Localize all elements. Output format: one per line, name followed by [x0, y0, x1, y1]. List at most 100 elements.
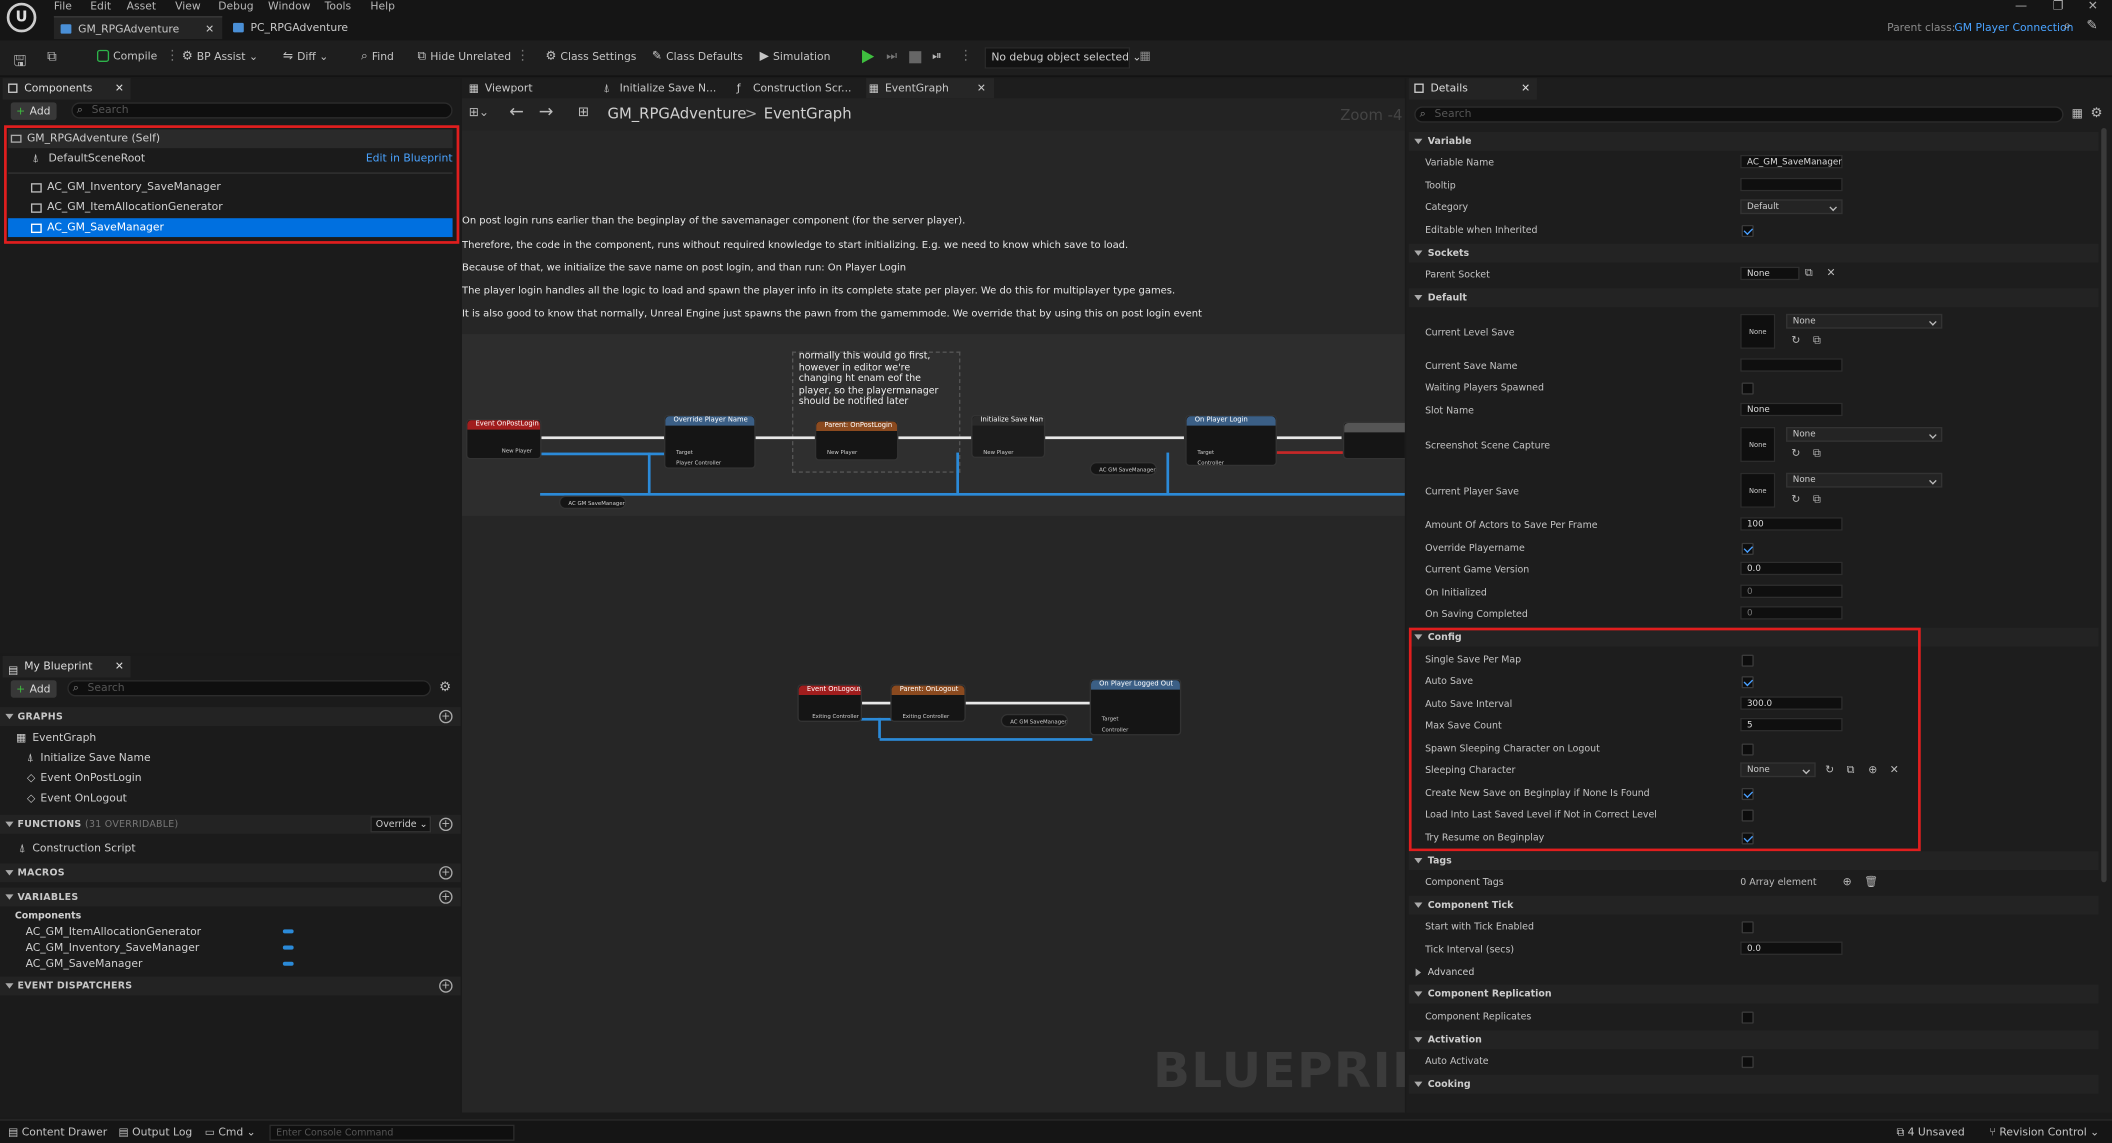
- current-player-save-dropdown[interactable]: None: [1786, 472, 1943, 488]
- browse-icon[interactable]: ⧉: [1813, 335, 1824, 346]
- advance-frame-icon[interactable]: ⏯: [932, 50, 942, 63]
- category-replication[interactable]: Component Replication: [1408, 984, 2099, 1004]
- cmd-dropdown[interactable]: ▭ Cmd ⌄: [205, 1126, 256, 1138]
- revision-control-button[interactable]: ⑂ Revision Control ⌄: [1989, 1126, 2099, 1138]
- initialize-save-name-node[interactable]: Initialize Save Name New Player: [971, 414, 1046, 458]
- add-dispatcher-icon[interactable]: +: [439, 979, 453, 993]
- minimize-icon[interactable]: —: [2015, 0, 2027, 13]
- next-node[interactable]: [1342, 421, 1405, 460]
- unsaved-indicator[interactable]: ⧉ 4 Unsaved: [1896, 1126, 1964, 1139]
- trash-icon[interactable]: 🗑: [1864, 876, 1878, 888]
- menu-edit[interactable]: Edit: [90, 0, 111, 12]
- tab-viewport[interactable]: ▦ Viewport: [466, 78, 533, 98]
- close-icon[interactable]: ✕: [977, 78, 986, 98]
- menu-file[interactable]: File: [54, 0, 72, 12]
- override-playername-checkbox[interactable]: [1741, 542, 1754, 555]
- content-drawer-button[interactable]: ▤ Content Drawer: [8, 1126, 107, 1138]
- hide-unrelated-button[interactable]: ⧉ Hide Unrelated: [418, 50, 512, 63]
- parent-class-link[interactable]: GM Player Connection: [1954, 22, 2073, 34]
- category-component-tick[interactable]: Component Tick: [1408, 895, 2099, 915]
- bookmark-icon[interactable]: ⊞⌄: [469, 106, 489, 119]
- menu-asset[interactable]: Asset: [127, 0, 156, 12]
- options-icon[interactable]: ⋮: [959, 48, 972, 63]
- play-icon[interactable]: [862, 49, 875, 64]
- menu-help[interactable]: Help: [370, 0, 395, 12]
- add-component-button[interactable]: + Add: [10, 102, 56, 120]
- tick-interval-field[interactable]: 0.0: [1740, 941, 1843, 955]
- diff-button[interactable]: ⇋ Diff ⌄: [283, 50, 328, 63]
- graph-item[interactable]: ⍋ Initialize Save Name: [24, 749, 151, 768]
- search-icon[interactable]: ⌕: [2064, 19, 2072, 34]
- category-cooking[interactable]: Cooking: [1408, 1074, 2099, 1094]
- class-settings-button[interactable]: ⚙ Class Settings: [546, 50, 637, 63]
- category-sockets[interactable]: Sockets: [1408, 243, 2099, 263]
- use-selected-icon[interactable]: ↻: [1791, 335, 1802, 346]
- graph-item[interactable]: ◇ Event OnLogout: [24, 789, 127, 808]
- menu-tools[interactable]: Tools: [325, 0, 352, 12]
- use-selected-icon[interactable]: ↻: [1791, 494, 1802, 505]
- my-blueprint-tab[interactable]: ▤ My Blueprint ✕: [2, 655, 131, 678]
- use-selected-icon[interactable]: ↻: [1791, 448, 1802, 460]
- class-defaults-button[interactable]: ✎ Class Defaults: [652, 50, 743, 63]
- add-variable-icon[interactable]: +: [439, 890, 453, 904]
- browse-icon[interactable]: ⧉: [1813, 448, 1824, 460]
- category-tags[interactable]: Tags: [1408, 851, 2099, 871]
- close-icon[interactable]: ✕: [205, 18, 214, 41]
- category-variable[interactable]: Variable: [1408, 132, 2099, 151]
- parent-on-post-login-node[interactable]: Parent: OnPostLogin New Player: [814, 420, 899, 461]
- details-tab[interactable]: Details ✕: [1408, 78, 1537, 100]
- output-log-button[interactable]: ▤ Output Log: [119, 1126, 193, 1138]
- menu-debug[interactable]: Debug: [218, 0, 253, 12]
- menu-window[interactable]: Window: [268, 0, 310, 12]
- current-save-name-field[interactable]: [1740, 358, 1843, 372]
- blueprint-search[interactable]: ⌕ Search: [67, 680, 432, 697]
- editable-inherited-checkbox[interactable]: [1741, 224, 1754, 238]
- tab-event-graph[interactable]: ▦ EventGraph ✕: [866, 78, 995, 99]
- category-dropdown[interactable]: Default: [1740, 199, 1843, 215]
- on-player-login-node[interactable]: On Player Login Target Controller: [1185, 414, 1277, 467]
- category-default[interactable]: Default: [1408, 288, 2099, 308]
- amount-actors-field[interactable]: 100: [1740, 517, 1843, 531]
- current-level-save-dropdown[interactable]: None: [1786, 313, 1943, 329]
- stop-icon[interactable]: [909, 51, 922, 64]
- on-player-logged-out-node[interactable]: On Player Logged Out Target Controller: [1089, 678, 1182, 736]
- slot-name-field[interactable]: None: [1740, 402, 1843, 417]
- event-graph-item[interactable]: ▦ EventGraph: [8, 729, 96, 748]
- step-icon[interactable]: ⏭: [886, 50, 897, 63]
- override-player-name-node[interactable]: Override Player Name Target Player Contr…: [664, 414, 756, 469]
- save-manager-getter[interactable]: AC GM SaveManager: [1000, 713, 1069, 728]
- components-tab[interactable]: Components ✕: [2, 78, 131, 100]
- settings-gear-icon[interactable]: ⚙: [2090, 106, 2102, 121]
- browse-icon[interactable]: ⧉: [1805, 267, 1816, 279]
- grid-view-icon[interactable]: ▦: [2072, 108, 2083, 121]
- simulation-button[interactable]: ▶ Simulation: [760, 50, 831, 63]
- start-tick-checkbox[interactable]: [1741, 921, 1754, 934]
- debug-object-select[interactable]: No debug object selected ⌄: [984, 47, 1141, 69]
- components-search[interactable]: ⌕ Search: [71, 102, 453, 119]
- clear-icon[interactable]: ✕: [1826, 267, 1837, 279]
- variables-section[interactable]: VARIABLES: [0, 887, 461, 907]
- browse-icon[interactable]: ⧉: [47, 50, 57, 65]
- tooltip-field[interactable]: [1740, 177, 1843, 192]
- debug-filter-icon[interactable]: ▦: [1140, 50, 1151, 63]
- doc-tab-gm[interactable]: GM_RPGAdventure ✕: [53, 16, 223, 41]
- details-search[interactable]: ⌕ Search: [1414, 106, 2064, 123]
- close-icon[interactable]: ✕: [1521, 78, 1530, 100]
- settings-gear-icon[interactable]: ⚙: [439, 680, 451, 695]
- add-element-icon[interactable]: ⊕: [1843, 876, 1854, 888]
- component-replicates-checkbox[interactable]: [1741, 1011, 1754, 1024]
- save-icon[interactable]: 🖫: [13, 50, 26, 76]
- waiting-players-checkbox[interactable]: [1741, 382, 1754, 395]
- add-function-icon[interactable]: +: [439, 817, 453, 832]
- category-activation[interactable]: Activation: [1408, 1030, 2099, 1050]
- pencil-icon[interactable]: ✎: [2086, 19, 2097, 34]
- parent-on-logout-node[interactable]: Parent: OnLogout Exiting Controller: [890, 684, 966, 722]
- event-graph-canvas[interactable]: ⊞⌄ ← → ⊞ GM_RPGAdventure > EventGraph Zo…: [462, 98, 1405, 1113]
- close-window-icon[interactable]: ✕: [2088, 0, 2098, 13]
- variable-item[interactable]: AC_GM_SaveManager: [26, 955, 143, 974]
- variable-name-field[interactable]: AC_GM_SaveManager: [1740, 154, 1843, 169]
- event-on-post-login-node[interactable]: Event OnPostLogin New Player: [466, 418, 542, 460]
- back-arrow-icon[interactable]: ←: [509, 102, 524, 122]
- override-dropdown[interactable]: Override ⌄: [370, 816, 432, 833]
- add-macro-icon[interactable]: +: [439, 866, 453, 880]
